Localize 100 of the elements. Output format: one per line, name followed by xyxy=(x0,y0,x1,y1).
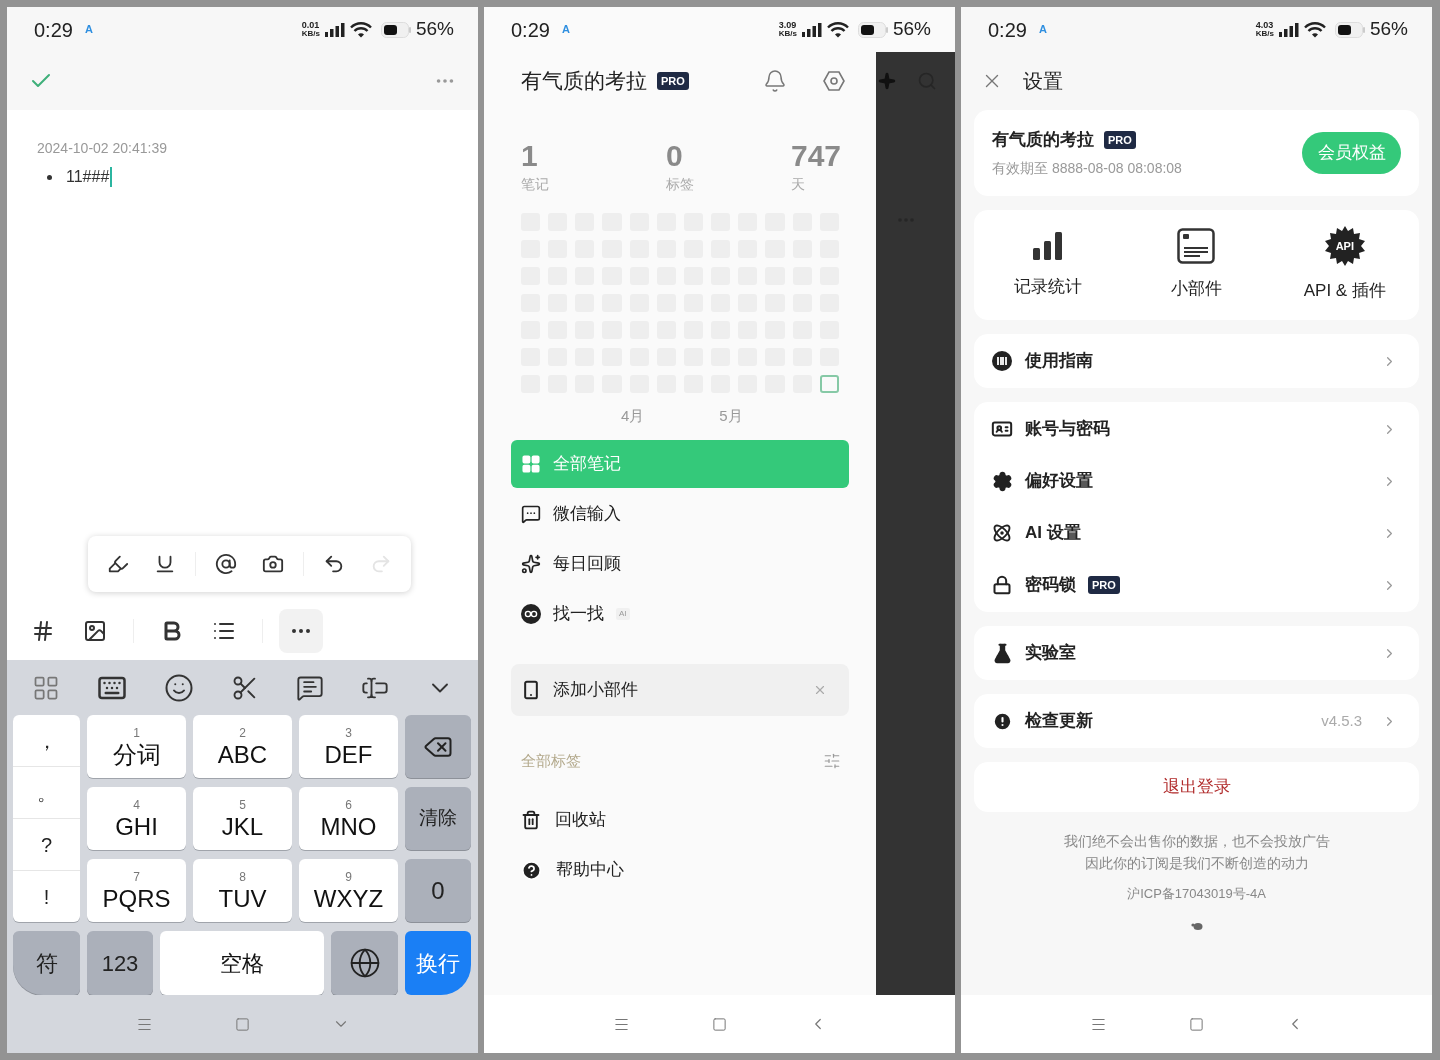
function-key[interactable]: 0 xyxy=(405,859,471,922)
nav-item[interactable]: 回收站 xyxy=(511,802,849,838)
key-digit: 2 xyxy=(239,726,246,739)
net-speed: 3.09 xyxy=(778,21,797,30)
username: 有气质的考拉 xyxy=(992,128,1094,151)
letter-key[interactable]: 3 DEF xyxy=(299,715,398,778)
widget-label: 添加小部件 xyxy=(553,678,639,701)
settings-row[interactable]: AI 设置 xyxy=(974,507,1419,559)
pro-badge: PRO xyxy=(657,72,689,90)
key-digit: 1 xyxy=(133,726,140,739)
logout-button[interactable]: 退出登录 xyxy=(974,762,1419,812)
punctuation-key[interactable]: ! xyxy=(13,870,80,922)
month-label: 5月 xyxy=(719,406,743,426)
settings-row[interactable]: 使用指南 xyxy=(974,335,1419,387)
message-icon xyxy=(521,503,541,524)
battery-percent: 56% xyxy=(415,17,454,42)
key-digit: 4 xyxy=(133,798,140,811)
key-letters: MNO xyxy=(320,814,377,839)
home-icon[interactable] xyxy=(711,1016,727,1032)
atom-icon xyxy=(992,523,1012,543)
shortcut-tile[interactable]: API API & 插件 xyxy=(1270,210,1419,320)
battery-percent: 56% xyxy=(1369,17,1408,42)
letter-key[interactable]: 9 WXYZ xyxy=(299,859,398,922)
emoji-icon[interactable] xyxy=(163,672,194,703)
stat-value: 747 xyxy=(791,138,842,174)
net-speed: 4.03 xyxy=(1255,21,1274,30)
lock-icon xyxy=(992,575,1012,595)
backspace-key[interactable] xyxy=(405,715,471,778)
letter-key[interactable]: 4 GHI xyxy=(87,787,186,850)
wifi-icon xyxy=(1303,21,1326,38)
footer-text: 我们绝不会出售你的数据，也不会投放广告 xyxy=(1063,832,1330,851)
shortcut-tile[interactable]: 小部件 xyxy=(1122,210,1271,320)
wifi-icon xyxy=(826,21,849,38)
nav-item[interactable]: 每日回顾 xyxy=(511,539,849,588)
sparkles-icon xyxy=(521,553,541,574)
bell-icon[interactable] xyxy=(763,69,787,93)
key-digit: 7 xyxy=(133,870,140,883)
settings-icon[interactable] xyxy=(822,69,846,93)
language-key[interactable] xyxy=(331,931,398,995)
stat-label: 天 xyxy=(791,175,806,194)
pro-badge: PRO xyxy=(1088,576,1120,594)
pro-badge: PRO xyxy=(1104,130,1136,149)
bar-chart-icon xyxy=(1032,230,1065,263)
version-text: v4.5.3 xyxy=(1321,710,1362,731)
page-title: 设置 xyxy=(1023,69,1063,94)
stat-value: 1 xyxy=(521,138,539,174)
enter-key[interactable]: 换行 xyxy=(405,931,471,995)
key-letters: DEF xyxy=(324,742,373,767)
sliders-icon[interactable] xyxy=(823,751,841,770)
stat-value: 0 xyxy=(666,138,684,174)
phone-icon xyxy=(521,679,541,700)
month-label: 4月 xyxy=(621,406,645,426)
clock-time: 0:29 xyxy=(34,17,73,43)
note-text[interactable]: 11### xyxy=(66,165,110,189)
signal-icon xyxy=(801,22,822,37)
nav-item[interactable]: 找一找 AI xyxy=(511,589,849,638)
nav-item[interactable]: 微信输入 xyxy=(511,489,849,538)
space-key[interactable]: 空格 xyxy=(160,931,324,995)
punctuation-key[interactable]: ， xyxy=(13,715,80,766)
letter-key[interactable]: 8 TUV xyxy=(193,859,292,922)
key-digit: 5 xyxy=(239,798,246,811)
signal-icon xyxy=(324,22,345,37)
settings-row[interactable]: 实验室 xyxy=(974,627,1419,679)
letter-key[interactable]: 6 MNO xyxy=(299,787,398,850)
punctuation-key[interactable]: ? xyxy=(13,818,80,870)
shortcut-tile[interactable]: 记录统计 xyxy=(974,210,1123,320)
settings-row[interactable]: 偏好设置 xyxy=(974,455,1419,507)
username: 有气质的考拉 xyxy=(521,68,647,95)
letter-key[interactable]: 2 ABC xyxy=(193,715,292,778)
grid-icon xyxy=(521,453,541,474)
notification-glyph: A xyxy=(84,22,93,38)
letter-key[interactable]: 7 PQRS xyxy=(87,859,186,922)
key-digit: 9 xyxy=(345,870,352,883)
guide-icon xyxy=(992,351,1012,371)
function-key[interactable]: 清除 xyxy=(405,787,471,850)
badge-icon xyxy=(1324,226,1365,267)
key-letters: ABC xyxy=(217,742,268,767)
nav-item[interactable]: 帮助中心 xyxy=(511,852,849,888)
widget-card[interactable]: 添加小部件 xyxy=(511,663,849,716)
numbers-key[interactable]: 123 xyxy=(87,931,153,995)
home-icon[interactable] xyxy=(1188,1016,1204,1032)
letter-key[interactable]: 1 分词 xyxy=(87,715,186,778)
note-timestamp: 2024-10-02 20:41:39 xyxy=(37,139,168,158)
sparkle-icon xyxy=(878,72,896,90)
net-speed: 0.01 xyxy=(301,21,320,30)
signal-icon xyxy=(1278,22,1299,37)
clock-time: 0:29 xyxy=(988,17,1027,43)
letter-key[interactable]: 5 JKL xyxy=(193,787,292,850)
stat-label: 标签 xyxy=(666,175,695,194)
settings-row[interactable]: 检查更新 v4.5.3 xyxy=(974,695,1419,747)
punctuation-key[interactable]: 。 xyxy=(13,766,80,818)
flask-icon xyxy=(991,642,1013,664)
settings-row[interactable]: 账号与密码 xyxy=(974,403,1419,455)
text-cursor xyxy=(110,167,113,187)
symbol-key[interactable]: 符 xyxy=(13,931,80,995)
notification-glyph: A xyxy=(561,22,570,38)
ai-badge: AI xyxy=(616,607,630,620)
key-letters: 分词 xyxy=(112,742,161,767)
settings-row[interactable]: 密码锁 PRO xyxy=(974,559,1419,611)
settings-icon xyxy=(991,470,1013,492)
